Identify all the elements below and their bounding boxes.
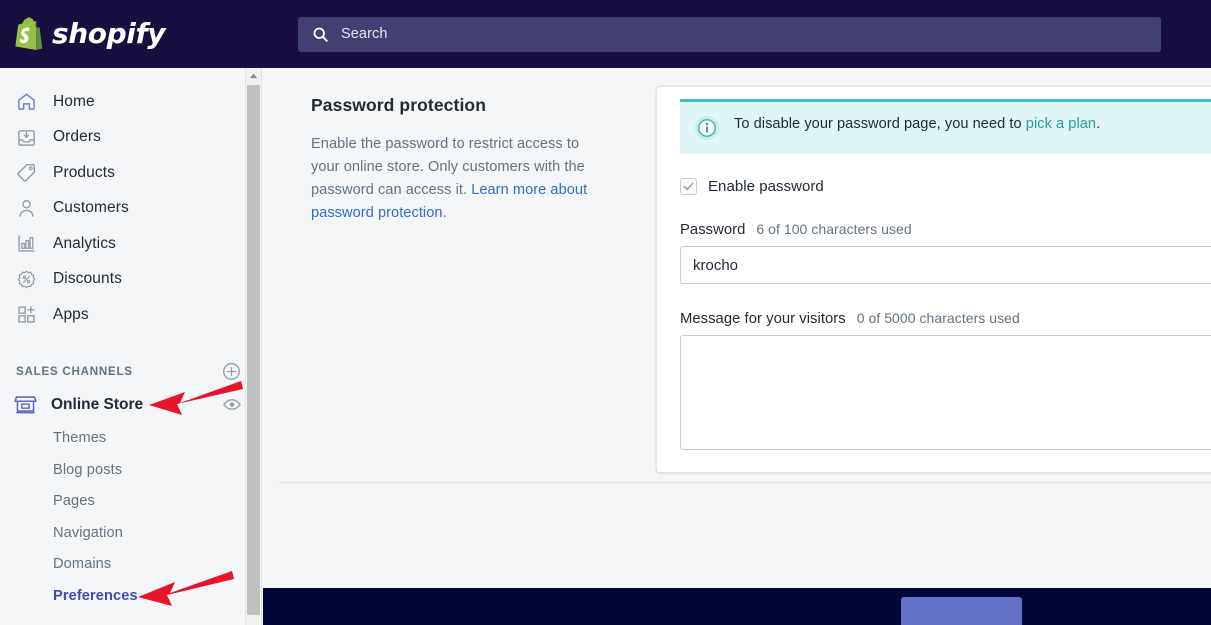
top-bar: shopify Search — [0, 0, 1211, 68]
info-banner: To disable your password page, you need … — [680, 99, 1211, 154]
message-label-row: Message for your visitors 0 of 5000 char… — [680, 310, 1211, 327]
enable-password-checkbox-row[interactable]: Enable password — [680, 178, 1211, 195]
online-store-label: Online Store — [51, 395, 144, 413]
eye-icon[interactable] — [223, 398, 241, 411]
password-protection-card: To disable your password page, you need … — [656, 86, 1211, 473]
sidebar-item-label: Products — [53, 163, 115, 181]
analytics-bar-chart-icon — [18, 235, 35, 252]
search-icon — [313, 27, 328, 42]
sidebar-item-products[interactable]: Products — [0, 155, 261, 191]
sidebar-subitem-label: Themes — [53, 430, 107, 447]
info-banner-text: To disable your password page, you need … — [734, 114, 1100, 134]
search-input[interactable]: Search — [298, 16, 1161, 52]
sidebar-item-label: Apps — [53, 305, 89, 323]
sidebar-subitem-label: Domains — [53, 556, 112, 573]
brand-area[interactable]: shopify — [0, 0, 270, 68]
checkmark-icon — [683, 182, 694, 191]
plus-circle-icon[interactable] — [222, 362, 241, 381]
apps-grid-plus-icon — [18, 306, 35, 323]
sidebar-item-online-store[interactable]: Online Store — [0, 387, 261, 423]
search-placeholder: Search — [341, 26, 388, 42]
sidebar-item-themes[interactable]: Themes — [0, 423, 261, 455]
message-field-label: Message for your visitors — [680, 311, 846, 327]
password-label-row: Password 6 of 100 characters used — [680, 221, 1211, 238]
password-input-value: krocho — [693, 256, 739, 274]
sidebar-item-blog-posts[interactable]: Blog posts — [0, 454, 261, 486]
info-circle-icon — [695, 116, 719, 140]
sidebar-item-discounts[interactable]: Discounts — [0, 262, 261, 298]
enable-password-checkbox[interactable] — [680, 178, 697, 195]
sales-channels-title: SALES CHANNELS — [16, 365, 133, 378]
message-char-counter: 0 of 5000 characters used — [856, 310, 1020, 326]
online-store-icon — [14, 395, 37, 413]
sidebar-item-label: Discounts — [53, 270, 122, 288]
card-fields: Enable password Password 6 of 100 charac… — [657, 178, 1211, 450]
sidebar-item-label: Home — [53, 92, 95, 110]
banner-text-part1: To disable your password page, you need … — [734, 116, 1026, 132]
page-title: Password protection — [311, 95, 486, 115]
sidebar-subitem-label: Pages — [53, 493, 95, 510]
password-field-label: Password — [680, 222, 746, 238]
sidebar-item-domains[interactable]: Domains — [0, 549, 261, 581]
settings-section: Password protection Enable the password … — [263, 68, 1211, 483]
home-icon — [18, 93, 35, 111]
sidebar-item-pages[interactable]: Pages — [0, 486, 261, 518]
password-input[interactable]: krocho — [680, 246, 1211, 284]
discounts-percent-icon — [17, 270, 36, 288]
sidebar-item-label: Analytics — [53, 234, 116, 252]
sidebar: Home Orders Products Customers Analytics… — [0, 68, 262, 625]
enable-password-label: Enable password — [708, 178, 824, 195]
sidebar-item-apps[interactable]: Apps — [0, 297, 261, 333]
primary-nav: Home Orders Products Customers Analytics… — [0, 68, 261, 333]
sidebar-subitem-label: Preferences — [53, 587, 138, 604]
orders-inbox-icon — [18, 129, 35, 146]
shopify-bag-logo — [15, 16, 43, 50]
section-annotation: Password protection Enable the password … — [311, 95, 596, 225]
scroll-up-arrow-icon[interactable] — [246, 68, 261, 84]
sidebar-subitem-label: Navigation — [53, 524, 123, 541]
sidebar-item-preferences[interactable]: Preferences — [0, 580, 261, 612]
products-tag-icon — [17, 164, 36, 182]
pick-a-plan-link[interactable]: pick a plan — [1026, 116, 1096, 132]
brand-wordmark: shopify — [52, 17, 166, 50]
sidebar-item-label: Customers — [53, 199, 129, 217]
sales-channels-section-header: SALES CHANNELS — [0, 357, 261, 387]
section-description: Enable the password to restrict access t… — [311, 133, 596, 225]
save-bar — [263, 588, 1211, 625]
main-content: Password protection Enable the password … — [263, 68, 1211, 625]
search-area: Search — [270, 0, 1211, 68]
password-char-counter: 6 of 100 characters used — [756, 221, 912, 237]
sidebar-scrollbar[interactable] — [245, 68, 261, 625]
customers-person-icon — [19, 199, 34, 217]
sidebar-item-customers[interactable]: Customers — [0, 191, 261, 227]
sidebar-item-orders[interactable]: Orders — [0, 120, 261, 156]
sidebar-subitem-label: Blog posts — [53, 461, 123, 478]
sidebar-item-label: Orders — [53, 128, 101, 146]
section-divider — [279, 482, 1211, 483]
description-period: . — [442, 205, 447, 222]
sidebar-item-analytics[interactable]: Analytics — [0, 226, 261, 262]
scrollbar-thumb[interactable] — [247, 85, 260, 615]
save-button[interactable] — [901, 597, 1022, 625]
message-textarea[interactable] — [680, 335, 1211, 450]
shopify-admin-window: shopify Search Home Orders Products Cust… — [0, 0, 1211, 625]
sidebar-item-home[interactable]: Home — [0, 84, 261, 120]
banner-text-part2: . — [1096, 116, 1101, 132]
sidebar-item-navigation[interactable]: Navigation — [0, 517, 261, 549]
